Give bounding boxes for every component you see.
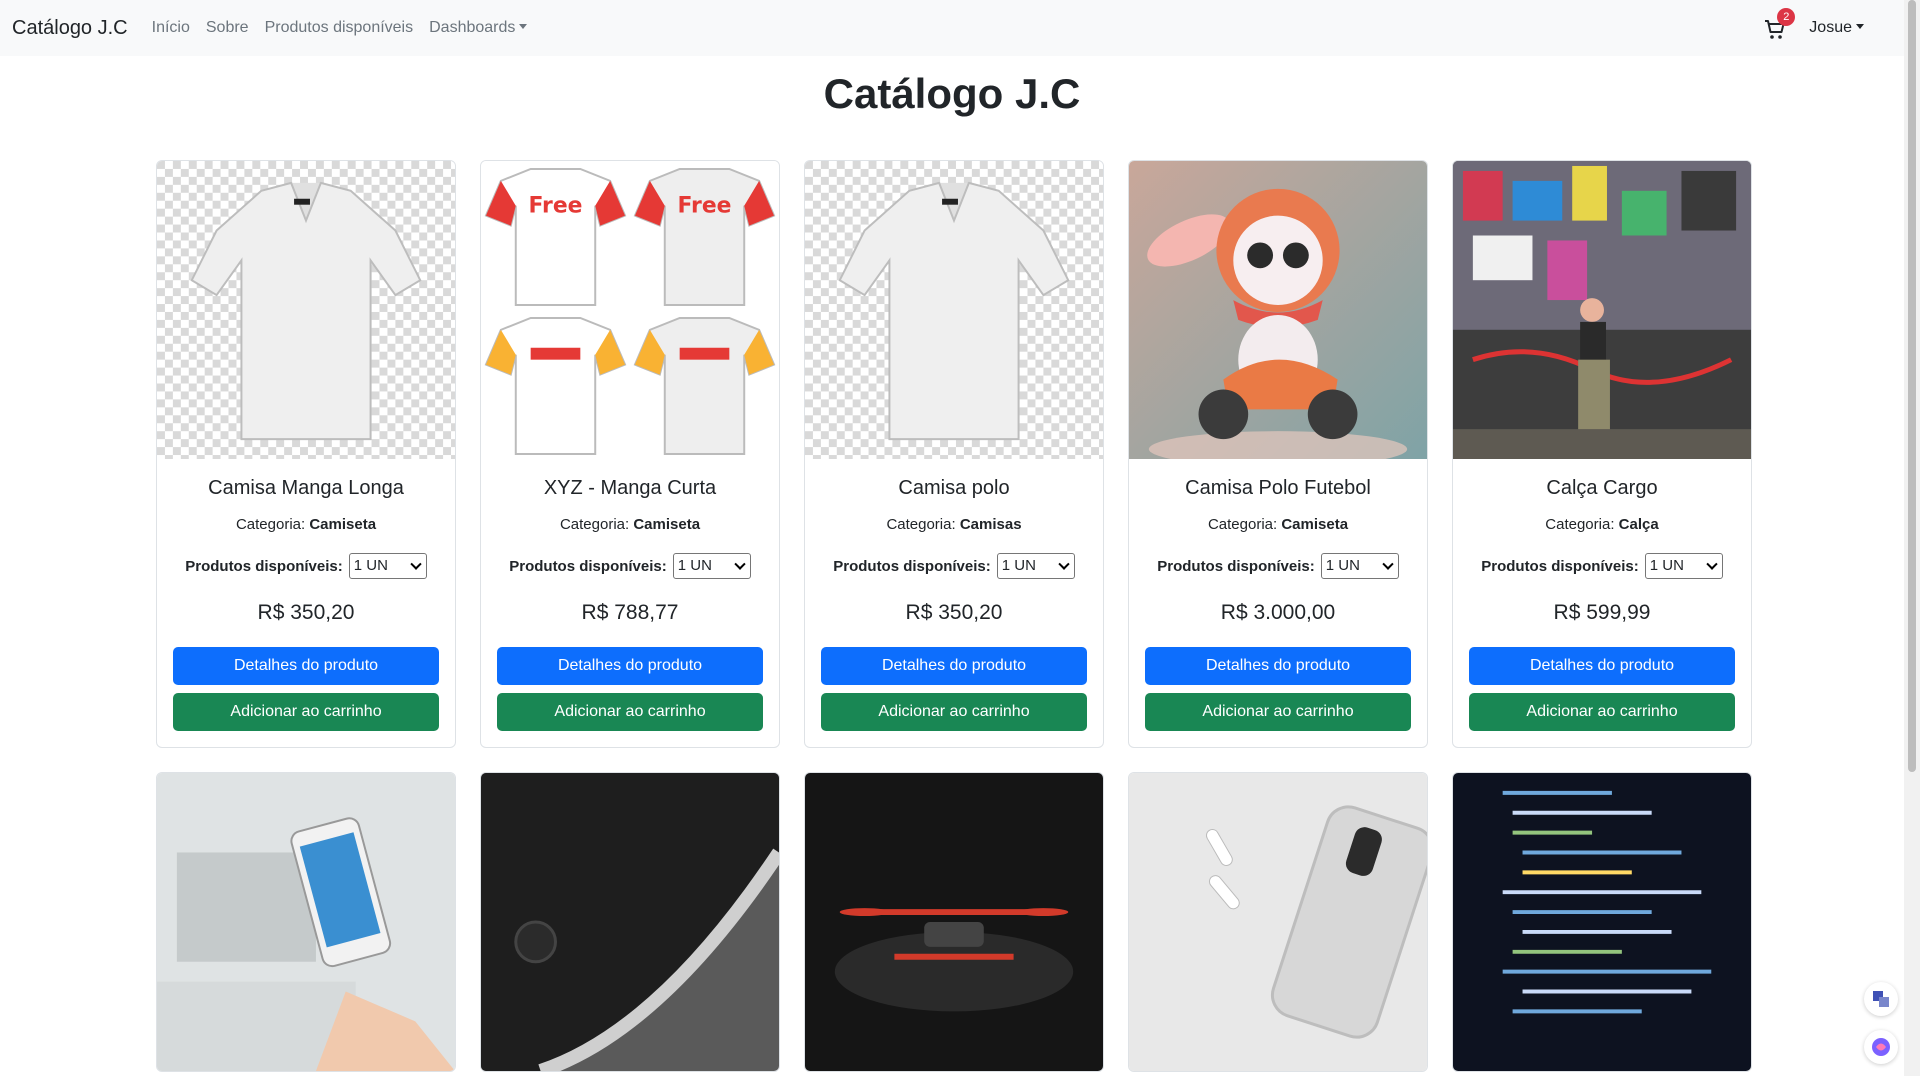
product-category: Categoria: Camiseta [559,516,701,533]
availability-label: Produtos disponíveis: [509,557,667,575]
availability-row: Produtos disponíveis: 1 UN [1469,553,1735,579]
nav-link-produtos[interactable]: Produtos disponíveis [265,19,414,37]
product-image: Free Free [481,161,779,459]
quantity-select[interactable]: 1 UN [1644,553,1723,579]
product-name: Camisa Manga Longa [208,477,404,499]
product-name: XYZ - Manga Curta [543,477,717,499]
availability-row: Produtos disponíveis: 1 UN [821,553,1087,579]
user-name: Josue [1809,19,1852,36]
quantity-select[interactable]: 1 UN [996,553,1075,579]
add-to-cart-button[interactable]: Adicionar ao carrinho [497,693,763,731]
caret-down-icon [1856,24,1864,29]
details-button[interactable]: Detalhes do produto [1469,647,1735,685]
product-category: Categoria: Camiseta [1207,516,1349,533]
product-name: Calça Cargo [1546,477,1658,499]
user-menu[interactable]: Josue [1809,19,1864,37]
product-price: R$ 350,20 [905,601,1003,624]
availability-label: Produtos disponíveis: [185,557,343,575]
product-category: Categoria: Calça [1545,516,1659,533]
product-image [157,161,455,459]
product-image [805,161,1103,459]
chevron-down-icon [410,558,422,570]
nav-link-sobre[interactable]: Sobre [206,19,249,37]
product-card: Camisa polo Categoria: Camisas Produtos … [804,160,1104,748]
availability-row: Produtos disponíveis: 1 UN [1145,553,1411,579]
add-to-cart-button[interactable]: Adicionar ao carrinho [173,693,439,731]
product-category: Categoria: Camisas [886,516,1022,533]
page-title: Catálogo J.C [823,70,1081,117]
product-card [804,772,1104,1072]
product-image [1129,161,1427,459]
caret-down-icon [519,24,528,29]
nav-dropdown-dashboards[interactable]: Dashboards [429,19,528,37]
product-image [1453,161,1751,459]
product-image [481,773,779,1071]
chevron-down-icon [1382,558,1394,570]
assistant-icon[interactable] [1864,1030,1898,1064]
details-button[interactable]: Detalhes do produto [821,647,1087,685]
availability-label: Produtos disponíveis: [833,557,991,575]
availability-row: Produtos disponíveis: 1 UN [497,553,763,579]
quantity-select[interactable]: 1 UN [1320,553,1399,579]
details-button[interactable]: Detalhes do produto [1145,647,1411,685]
add-to-cart-button[interactable]: Adicionar ao carrinho [1469,693,1735,731]
svg-text:Free: Free [529,194,583,219]
product-category: Categoria: Camiseta [235,516,377,533]
product-name: Camisa Polo Futebol [1185,477,1371,499]
quantity-select[interactable]: 1 UN [672,553,751,579]
add-to-cart-button[interactable]: Adicionar ao carrinho [821,693,1087,731]
product-card [480,772,780,1072]
availability-label: Produtos disponíveis: [1157,557,1315,575]
product-price: R$ 599,99 [1553,601,1651,624]
availability-label: Produtos disponíveis: [1481,557,1639,575]
product-card [156,772,456,1072]
cart-button[interactable]: 2 [1763,8,1796,42]
chevron-down-icon [1058,558,1070,570]
product-image [1453,773,1751,1071]
product-image [1129,773,1427,1071]
translate-icon[interactable] [1864,982,1898,1016]
availability-row: Produtos disponíveis: 1 UN [173,553,439,579]
product-card: Free Free XYZ - Manga Curta Categoria: C… [480,160,780,748]
chevron-down-icon [1706,558,1718,570]
navbar-right: 2 Josue [1763,0,1864,56]
chevron-down-icon [734,558,746,570]
quantity-select[interactable]: 1 UN [348,553,427,579]
product-grid: Camisa Manga Longa Categoria: Camiseta P… [156,160,1752,1072]
navbar-brand[interactable]: Catálogo J.C [12,17,128,40]
product-image [157,773,455,1071]
product-image [805,773,1103,1071]
details-button[interactable]: Detalhes do produto [497,647,763,685]
product-card: Camisa Manga Longa Categoria: Camiseta P… [156,160,456,748]
add-to-cart-button[interactable]: Adicionar ao carrinho [1145,693,1411,731]
product-price: R$ 3.000,00 [1220,601,1336,624]
product-name: Camisa polo [898,477,1010,499]
svg-text:Free: Free [678,194,732,219]
details-button[interactable]: Detalhes do produto [173,647,439,685]
nav-dashboards-label: Dashboards [429,19,516,36]
nav-link-inicio[interactable]: Início [152,19,190,37]
navbar: Catálogo J.C Início Sobre Produtos dispo… [0,0,1904,56]
product-card [1452,772,1752,1072]
product-card [1128,772,1428,1072]
product-card: Calça Cargo Categoria: Calça Produtos di… [1452,160,1752,748]
product-price: R$ 350,20 [257,601,355,624]
product-price: R$ 788,77 [581,601,679,624]
product-card: Camisa Polo Futebol Categoria: Camiseta … [1128,160,1428,748]
page-scrollbar[interactable] [1904,0,1920,1076]
cart-count-badge: 2 [1777,8,1796,26]
scrollbar-thumb[interactable] [1908,0,1916,772]
